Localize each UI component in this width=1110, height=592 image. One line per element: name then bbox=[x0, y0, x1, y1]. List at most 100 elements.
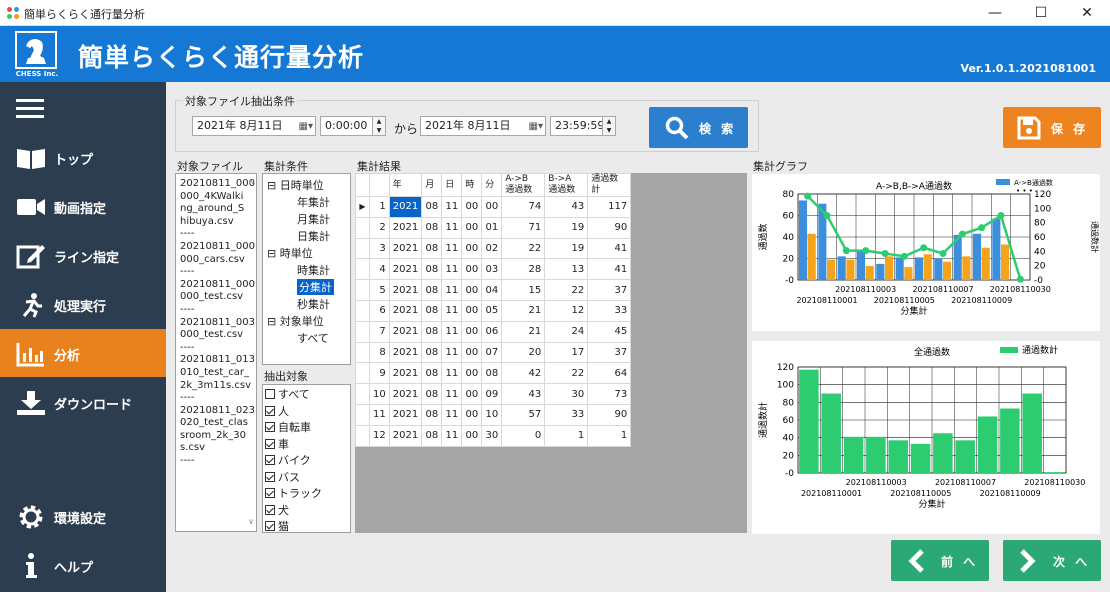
table-row[interactable]: ▶ 1 2021 08 11 00 00 74 43 117 bbox=[355, 196, 632, 218]
sidebar-item-video[interactable]: 動画指定 bbox=[0, 182, 166, 230]
table-cell[interactable]: 08 bbox=[421, 237, 443, 260]
row-header[interactable] bbox=[355, 279, 370, 301]
table-cell[interactable]: 2021 bbox=[388, 299, 423, 322]
table-cell[interactable]: 2021 bbox=[388, 279, 423, 301]
target-checkbox[interactable]: 自転車 bbox=[265, 419, 311, 435]
table-cell[interactable]: 00 bbox=[461, 299, 483, 322]
target-checkbox[interactable]: 人 bbox=[265, 403, 289, 419]
table-cell[interactable]: 43 bbox=[501, 383, 546, 405]
table-cell[interactable]: 42 bbox=[501, 362, 546, 385]
grid-column-header[interactable]: 年 bbox=[388, 173, 423, 197]
row-header[interactable] bbox=[355, 403, 370, 426]
table-row[interactable]: 3 2021 08 11 00 02 22 19 41 bbox=[355, 237, 632, 260]
grid-column-header[interactable]: 分 bbox=[481, 173, 503, 197]
sidebar-item-help[interactable]: ヘルプ bbox=[0, 541, 166, 589]
scroll-down-icon[interactable]: ∨ bbox=[248, 516, 254, 529]
target-checkbox[interactable]: 猫 bbox=[265, 518, 289, 534]
table-cell[interactable]: 08 bbox=[421, 216, 443, 239]
tree-node-datetime[interactable]: ⊟ 日時単位 bbox=[267, 177, 324, 193]
table-cell[interactable]: 05 bbox=[481, 299, 503, 322]
table-row[interactable]: 2 2021 08 11 00 01 71 19 90 bbox=[355, 216, 632, 239]
table-cell[interactable]: 2021 bbox=[388, 237, 423, 260]
table-cell[interactable]: 117 bbox=[587, 196, 632, 218]
grid-column-header[interactable]: 通過数 計 bbox=[587, 173, 632, 197]
table-cell[interactable]: 08 bbox=[481, 362, 503, 385]
table-cell[interactable]: 00 bbox=[481, 196, 503, 218]
table-cell[interactable]: 22 bbox=[544, 279, 589, 301]
table-cell[interactable]: 00 bbox=[461, 341, 483, 364]
table-cell[interactable]: 33 bbox=[587, 299, 632, 322]
table-row[interactable]: 8 2021 08 11 00 07 20 17 37 bbox=[355, 341, 632, 364]
next-button[interactable]: 次 へ bbox=[1003, 540, 1101, 581]
minimize-button[interactable]: — bbox=[972, 0, 1018, 26]
sidebar-item-download[interactable]: ダウンロード bbox=[0, 378, 166, 426]
table-cell[interactable]: 11 bbox=[441, 196, 463, 218]
table-cell[interactable]: 08 bbox=[421, 362, 443, 385]
table-cell[interactable]: 11 bbox=[441, 216, 463, 239]
tree-node-day[interactable]: 日集計 bbox=[297, 228, 330, 244]
table-cell[interactable]: 15 bbox=[501, 279, 546, 301]
calendar-dropdown-icon[interactable]: ▦▾ bbox=[299, 118, 313, 136]
table-cell[interactable]: 11 bbox=[441, 299, 463, 322]
row-header[interactable] bbox=[355, 424, 370, 447]
sidebar-item-top[interactable]: トップ bbox=[0, 133, 166, 181]
start-date-picker[interactable]: 2021年 8月11日 ▦▾ bbox=[192, 116, 316, 136]
table-cell[interactable]: 08 bbox=[421, 299, 443, 322]
table-cell[interactable]: 11 bbox=[441, 424, 463, 447]
table-cell[interactable]: 2021 bbox=[388, 341, 423, 364]
table-cell[interactable]: 24 bbox=[544, 320, 589, 343]
row-header[interactable] bbox=[355, 237, 370, 260]
table-cell[interactable]: 90 bbox=[587, 403, 632, 426]
time-spinner[interactable]: ▲ ▼ bbox=[372, 117, 385, 135]
table-row[interactable]: 9 2021 08 11 00 08 42 22 64 bbox=[355, 362, 632, 385]
table-cell[interactable]: 1 bbox=[587, 424, 632, 447]
row-header[interactable] bbox=[355, 299, 370, 322]
tree-node-month[interactable]: 月集計 bbox=[297, 211, 330, 227]
table-cell[interactable]: 08 bbox=[421, 258, 443, 281]
table-cell[interactable]: 11 bbox=[441, 362, 463, 385]
table-cell[interactable]: 11 bbox=[441, 279, 463, 301]
table-row[interactable]: 10 2021 08 11 00 09 43 30 73 bbox=[355, 383, 632, 405]
table-cell[interactable]: 11 bbox=[441, 258, 463, 281]
table-row[interactable]: 11 2021 08 11 00 10 57 33 90 bbox=[355, 403, 632, 426]
table-cell[interactable]: 2021 bbox=[388, 403, 423, 426]
table-cell[interactable]: 2021 bbox=[388, 196, 423, 218]
calendar-dropdown-icon[interactable]: ▦▾ bbox=[529, 118, 543, 136]
results-grid[interactable]: 年月日時分 A->B 通過数 B->A 通過数 通過数 計 ▶ 1 2021 08 11 00 00… bbox=[355, 173, 632, 447]
target-checkbox[interactable]: すべて bbox=[265, 386, 310, 402]
table-cell[interactable]: 06 bbox=[481, 320, 503, 343]
row-header[interactable] bbox=[355, 341, 370, 364]
table-cell[interactable]: 22 bbox=[544, 362, 589, 385]
table-cell[interactable]: 74 bbox=[501, 196, 546, 218]
sidebar-item-analysis[interactable]: 分析 bbox=[0, 329, 166, 377]
table-cell[interactable]: 20 bbox=[501, 341, 546, 364]
table-row[interactable]: 6 2021 08 11 00 05 21 12 33 bbox=[355, 299, 632, 322]
end-date-picker[interactable]: 2021年 8月11日 ▦▾ bbox=[420, 116, 546, 136]
table-cell[interactable]: 00 bbox=[461, 403, 483, 426]
table-cell[interactable]: 2021 bbox=[388, 424, 423, 447]
table-cell[interactable]: 01 bbox=[481, 216, 503, 239]
close-button[interactable]: ✕ bbox=[1064, 0, 1110, 26]
table-cell[interactable]: 11 bbox=[441, 237, 463, 260]
table-cell[interactable]: 21 bbox=[501, 320, 546, 343]
table-cell[interactable]: 11 bbox=[441, 383, 463, 405]
table-cell[interactable]: 00 bbox=[461, 196, 483, 218]
table-cell[interactable]: 2021 bbox=[388, 383, 423, 405]
table-cell[interactable]: 19 bbox=[544, 216, 589, 239]
sidebar-item-settings[interactable]: 環境設定 bbox=[0, 492, 166, 540]
tree-node-time[interactable]: ⊟ 時単位 bbox=[267, 245, 313, 261]
table-cell[interactable]: 00 bbox=[461, 320, 483, 343]
file-list[interactable]: 20210811_000 000_4KWalki ng_around_S hib… bbox=[175, 173, 257, 532]
table-cell[interactable]: 45 bbox=[587, 320, 632, 343]
target-checkbox[interactable]: トラック bbox=[265, 485, 322, 501]
tree-node-hour[interactable]: 時集計 bbox=[297, 262, 330, 278]
grid-column-header[interactable]: B->A 通過数 bbox=[544, 173, 589, 197]
table-row[interactable]: 7 2021 08 11 00 06 21 24 45 bbox=[355, 320, 632, 343]
table-cell[interactable]: 11 bbox=[441, 320, 463, 343]
save-button[interactable]: 保 存 bbox=[1003, 107, 1101, 148]
row-header[interactable] bbox=[355, 320, 370, 343]
table-cell[interactable]: 04 bbox=[481, 279, 503, 301]
table-cell[interactable]: 00 bbox=[461, 279, 483, 301]
target-checkbox[interactable]: バイク bbox=[265, 452, 311, 468]
table-cell[interactable]: 02 bbox=[481, 237, 503, 260]
